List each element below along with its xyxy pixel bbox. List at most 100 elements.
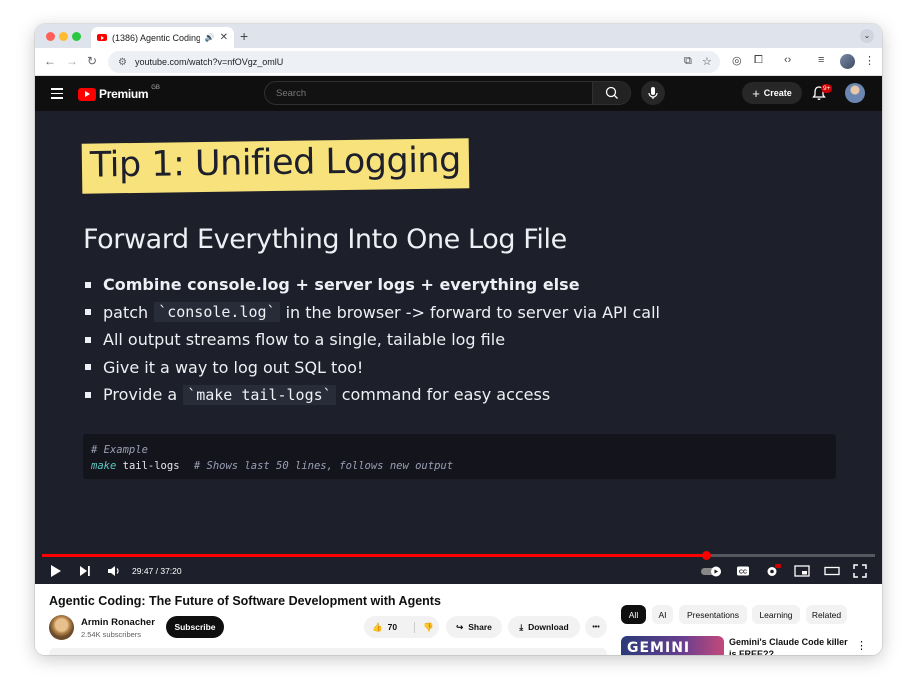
tab-title: (1386) Agentic Coding: Th [112,32,200,43]
bullet-square-icon [85,309,91,316]
bullet-item: patch `console.log` in the browser -> fo… [85,299,660,327]
bullet-item: Provide a `make tail-logs` command for e… [85,381,660,409]
youtube-header: Premium GB Search + Create 9+ [35,76,882,111]
play-icon[interactable] [50,564,62,578]
thumbs-up-icon[interactable]: 👍 [372,622,383,633]
extensions-puzzle-icon[interactable]: ⧠ [754,54,763,67]
thumbs-down-icon[interactable]: 👎 [414,621,434,633]
reading-list-icon[interactable]: ≡ [818,54,824,66]
tab-close-icon[interactable]: ✕ [220,32,228,43]
chip-related[interactable]: Related [806,605,847,624]
tab-strip: (1386) Agentic Coding: Th 🔊 ✕ + ⌄ [35,24,882,48]
code-keyword: make [91,460,117,472]
more-actions-button[interactable]: ••• [585,616,607,638]
chip-learning[interactable]: Learning [752,605,800,624]
devtools-code-icon[interactable]: ‹› [784,54,791,66]
bookmark-star-icon[interactable]: ☆ [702,55,712,68]
bullet-text: All output streams flow to a single, tai… [103,330,506,350]
browser-menu-icon[interactable]: ⋮ [864,54,875,67]
slide-tip-title: Tip 1: Unified Logging [81,138,470,194]
theater-mode-icon[interactable] [824,564,840,578]
browser-window: (1386) Agentic Coding: Th 🔊 ✕ + ⌄ ← → ↻ … [35,24,882,655]
share-arrow-icon: ↪ [456,621,464,632]
slide-bullet-list: Combine console.log + server logs + ever… [85,271,660,409]
maximize-window-button[interactable] [72,32,81,41]
chip-presentations[interactable]: Presentations [679,605,747,624]
fullscreen-icon[interactable] [853,564,867,578]
bullet-square-icon [85,364,91,371]
account-avatar[interactable] [845,83,865,103]
speaker-icon[interactable]: 🔊 [205,33,215,42]
address-bar[interactable]: ⚙ youtube.com/watch?v=nfOVgz_omlU ⧉ ☆ [108,51,720,73]
captions-icon[interactable]: CC [736,564,750,578]
back-arrow-icon[interactable]: ← [44,54,56,68]
tab-search-chevron-icon[interactable]: ⌄ [860,29,874,43]
channel-name[interactable]: Armin Ronacher [81,617,155,628]
video-title: Agentic Coding: The Future of Software D… [49,594,441,608]
voice-search-button[interactable] [641,81,665,105]
logo-text: Premium [99,87,149,101]
share-button[interactable]: ↪ Share [446,616,502,638]
subscriber-count: 2.54K subscribers [81,630,142,639]
minimize-window-button[interactable] [59,32,68,41]
recommendation-thumbnail[interactable]: GEMINI [621,636,724,655]
browser-tab[interactable]: (1386) Agentic Coding: Th 🔊 ✕ [91,27,234,48]
bullet-item: Give it a way to log out SQL too! [85,354,660,382]
channel-avatar[interactable] [49,615,74,640]
slide-heading: Forward Everything Into One Log File [83,224,567,255]
extension-shield-icon[interactable]: ◎ [732,54,742,67]
recommendation-menu-icon[interactable]: ⋮ [856,639,867,652]
bullet-item: All output streams flow to a single, tai… [85,326,660,354]
site-info-icon[interactable]: ⚙ [118,57,127,68]
region-code: GB [151,85,160,91]
notification-badge: 9+ [821,84,833,93]
install-app-icon[interactable]: ⧉ [684,55,692,68]
profile-avatar[interactable] [840,54,855,69]
create-button[interactable]: + Create [742,82,802,104]
search-placeholder: Search [276,88,307,99]
next-video-icon[interactable] [79,564,91,578]
like-dislike-group: 👍 70 👎 [364,616,439,638]
code-trailing-comment: # Shows last 50 lines, follows new outpu… [193,460,454,472]
thumbnail-text: GEMINI [627,640,691,655]
browser-toolbar: ← → ↻ ⚙ youtube.com/watch?v=nfOVgz_omlU … [35,48,882,76]
video-details: Agentic Coding: The Future of Software D… [35,584,882,655]
volume-icon[interactable] [107,564,121,578]
close-window-button[interactable] [46,32,55,41]
description-box[interactable] [49,648,607,655]
code-argument: tail-logs [122,460,180,472]
code-block: # Example make tail-logs # Shows last 50… [83,434,836,479]
chip-all[interactable]: All [621,605,646,624]
microphone-icon [648,87,658,99]
settings-gear-icon[interactable] [765,564,781,578]
bullet-text: patch [103,302,149,322]
hamburger-menu-icon[interactable] [51,88,63,102]
miniplayer-icon[interactable] [794,564,810,578]
youtube-favicon-icon [97,34,107,41]
bullet-square-icon [85,336,91,343]
url-text: youtube.com/watch?v=nfOVgz_omlU [134,57,284,67]
plus-icon: + [752,85,760,101]
download-label: Download [528,622,569,632]
search-box[interactable]: Search [264,81,631,105]
reload-icon[interactable]: ↻ [87,54,97,68]
chip-ai[interactable]: AI [652,605,673,624]
bullet-text: Combine console.log + server logs + ever… [103,275,580,295]
video-player[interactable]: Tip 1: Unified Logging Forward Everythin… [35,111,882,584]
inline-code: `console.log` [154,302,280,323]
bullet-text: in the browser -> forward to server via … [285,302,660,322]
forward-arrow-icon[interactable]: → [66,54,78,68]
download-button[interactable]: ⤓ Download [508,616,580,638]
tip-title-text: Tip 1: Unified Logging [89,140,462,186]
youtube-logo[interactable]: Premium GB [78,85,160,101]
autoplay-toggle-icon[interactable] [700,564,724,578]
subscribe-button[interactable]: Subscribe [166,616,224,638]
time-display: 29:47 / 37:20 [132,566,182,576]
new-tab-button[interactable]: + [240,28,248,44]
scrubber-handle[interactable] [702,551,712,560]
bullet-text: command for easy access [341,385,551,405]
recommendation-title[interactable]: Gemini's Claude Code killer is FREE?? [729,636,849,655]
search-button[interactable] [592,82,630,104]
code-comment: # Example [91,444,148,456]
progress-bar[interactable] [42,551,875,560]
